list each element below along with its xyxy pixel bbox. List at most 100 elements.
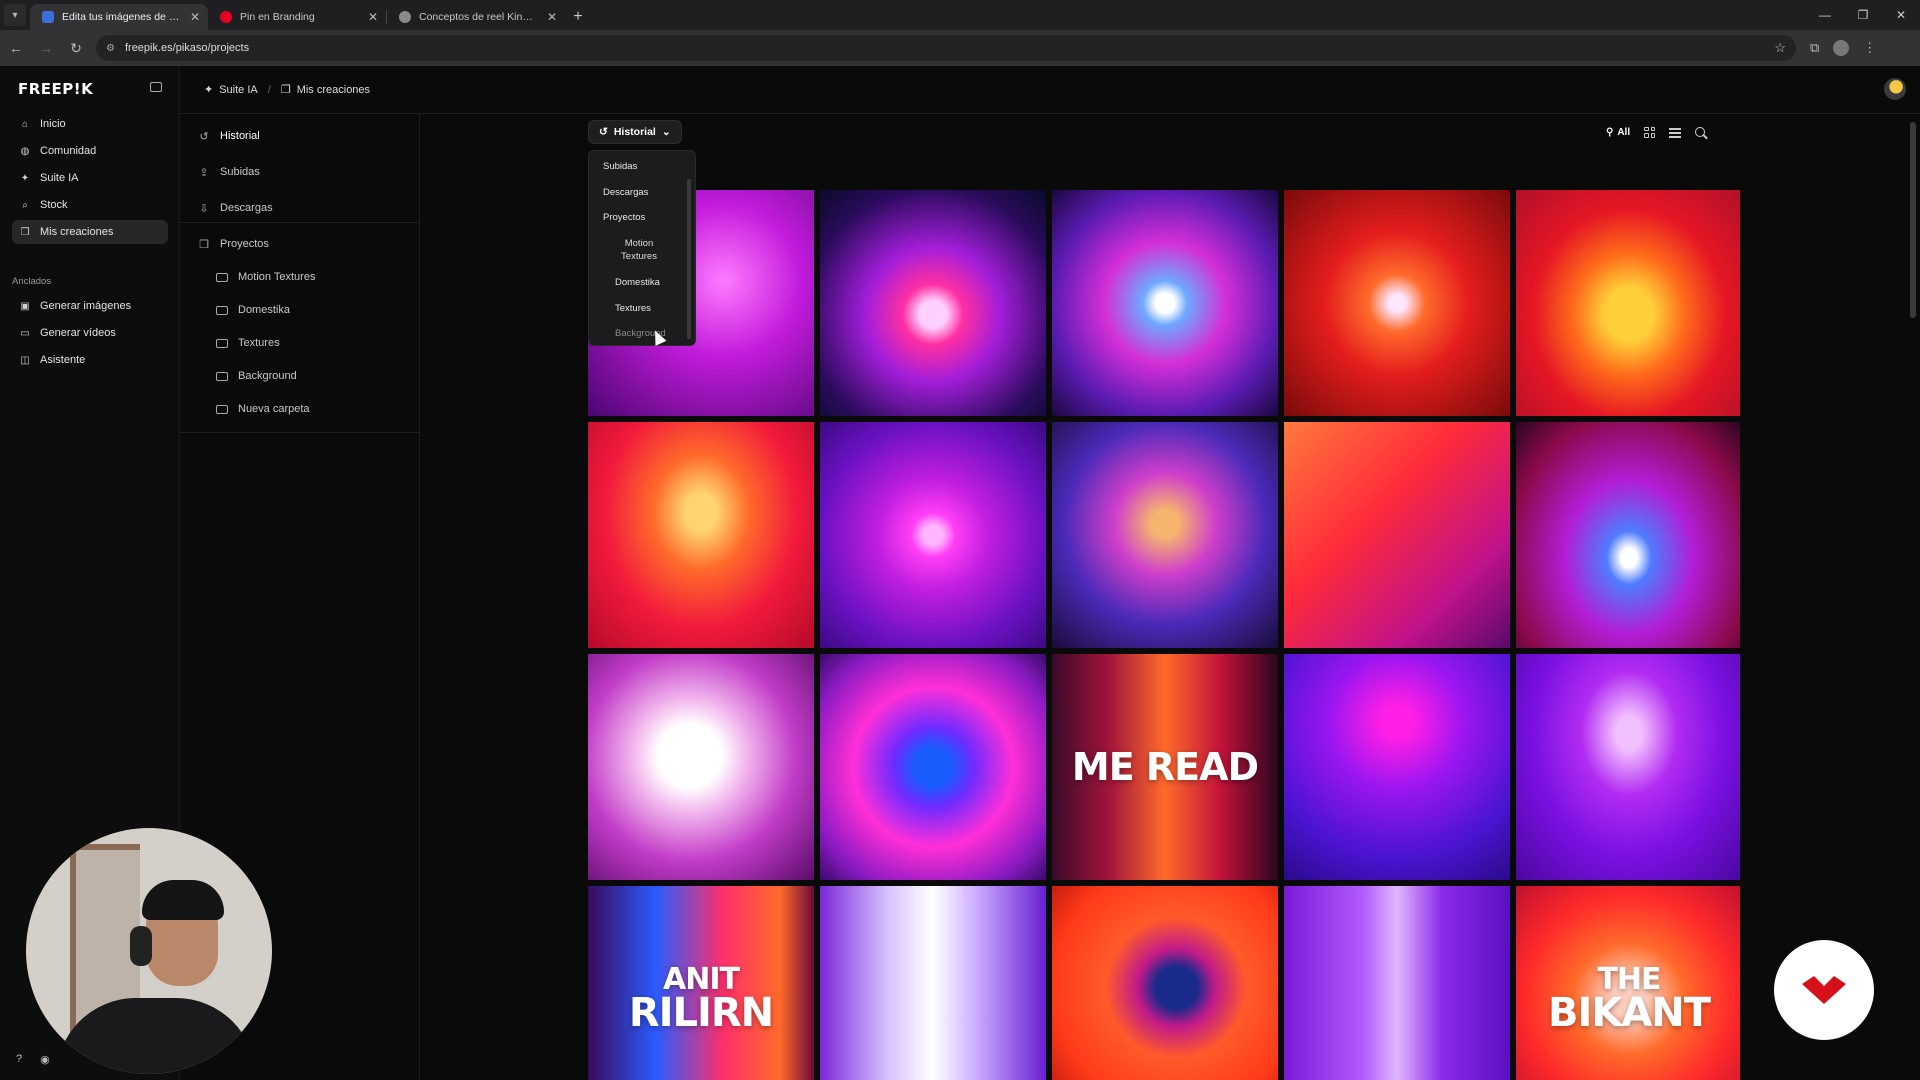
panel-item-proyectos[interactable]: ❐ Proyectos: [192, 232, 408, 256]
gallery-image[interactable]: [1516, 654, 1740, 880]
extensions-icon[interactable]: ⧉: [1810, 40, 1819, 56]
freepik-logo[interactable]: FREEP!K: [18, 80, 93, 98]
gallery-image[interactable]: [588, 422, 814, 648]
panel-item-historial[interactable]: ↺ Historial: [192, 124, 408, 148]
gallery-image[interactable]: [1284, 190, 1510, 416]
image-icon: ▣: [20, 300, 30, 312]
gallery-image[interactable]: [1284, 654, 1510, 880]
gallery-image[interactable]: [1284, 886, 1510, 1080]
sidebar-item-stock[interactable]: ⌕ Stock: [12, 193, 168, 217]
gallery-image[interactable]: [820, 190, 1046, 416]
panel-item-subidas[interactable]: ⇪ Subidas: [192, 160, 408, 184]
sparkle-icon: ✦: [20, 172, 30, 184]
gallery-image[interactable]: [1516, 422, 1740, 648]
folder-icon: [216, 272, 228, 282]
sidebar-item-generar-videos[interactable]: ▭ Generar vídeos: [12, 321, 168, 345]
browser-tab-2[interactable]: Pin en Branding ✕: [208, 4, 386, 30]
new-tab-button[interactable]: +: [565, 4, 591, 30]
breadcrumb-separator: /: [267, 83, 271, 96]
gallery-image[interactable]: ANIT RILIRN: [588, 886, 814, 1080]
sidebar-item-inicio[interactable]: ⌂ Inicio: [12, 112, 168, 136]
folder-label: Nueva carpeta: [238, 403, 310, 415]
close-tab-icon[interactable]: ✕: [190, 10, 200, 24]
gallery-image[interactable]: [588, 654, 814, 880]
close-tab-icon[interactable]: ✕: [547, 10, 557, 24]
gallery-image[interactable]: [1052, 422, 1278, 648]
user-avatar[interactable]: [1884, 78, 1906, 100]
help-icon[interactable]: ?: [16, 1053, 22, 1066]
browser-menu-icon[interactable]: ⋮: [1863, 40, 1876, 56]
gallery-toolbar: ⚲ All: [1606, 120, 1706, 144]
folder-textures[interactable]: Textures: [216, 332, 406, 354]
profile-avatar[interactable]: [1833, 40, 1850, 56]
dropdown-scrollbar[interactable]: [687, 179, 691, 339]
gallery-image[interactable]: [820, 654, 1046, 880]
sidebar-item-suite-ia[interactable]: ✦ Suite IA: [12, 166, 168, 190]
back-icon[interactable]: ←: [2, 34, 30, 62]
url-field[interactable]: ⚙ freepik.es/pikaso/projects ☆: [96, 35, 1796, 61]
filter-icon: ⚲: [1606, 126, 1614, 138]
sidebar-item-generar-imagenes[interactable]: ▣ Generar imágenes: [12, 294, 168, 318]
history-icon: ↺: [199, 130, 209, 143]
gallery-image[interactable]: ME READ: [1052, 654, 1278, 880]
webcam-person-hair: [142, 880, 224, 920]
folder-domestika[interactable]: Domestika: [216, 299, 406, 321]
gallery-image[interactable]: THE BIKANT: [1516, 886, 1740, 1080]
dropdown-item-proyectos[interactable]: Proyectos: [603, 212, 645, 223]
url-text: freepik.es/pikaso/projects: [124, 42, 250, 54]
panel-item-label: Historial: [220, 130, 260, 142]
sidebar-item-asistente[interactable]: ◫ Asistente: [12, 348, 168, 372]
filter-all-button[interactable]: ⚲ All: [1606, 127, 1630, 138]
site-info-icon[interactable]: ⚙: [106, 43, 115, 54]
bookmark-star-icon[interactable]: ☆: [1774, 40, 1786, 56]
folder-motion-textures[interactable]: Motion Textures: [216, 266, 406, 288]
gallery-image[interactable]: [820, 422, 1046, 648]
browser-tab-3[interactable]: Conceptos de reel Kinetic ✕: [387, 4, 565, 30]
grid-view-icon[interactable]: [1644, 126, 1656, 138]
breadcrumb-root[interactable]: ✦ Suite IA: [204, 83, 258, 97]
dropdown-item-textures[interactable]: Textures: [615, 303, 651, 314]
restore-icon[interactable]: ❐: [1844, 0, 1882, 30]
dropdown-item-subidas[interactable]: Subidas: [603, 161, 637, 172]
reload-icon[interactable]: ↻: [62, 34, 90, 62]
page-scrollbar[interactable]: [1910, 122, 1916, 318]
gallery-image[interactable]: [1052, 190, 1278, 416]
discord-icon[interactable]: ◉: [40, 1053, 50, 1066]
pinned-heading: Anclados: [12, 276, 52, 287]
tab-search-icon[interactable]: ▾: [4, 4, 26, 26]
collapse-sidebar-icon[interactable]: [150, 82, 162, 92]
sidebar-item-label: Comunidad: [40, 145, 97, 157]
folder-label: Background: [238, 370, 297, 382]
gallery-image[interactable]: [820, 886, 1046, 1080]
minimize-icon[interactable]: —: [1806, 0, 1844, 30]
close-tab-icon[interactable]: ✕: [368, 10, 378, 24]
gallery-image[interactable]: [1284, 422, 1510, 648]
history-dropdown-label: Historial: [613, 126, 656, 138]
dropdown-item-domestika[interactable]: Domestika: [615, 277, 660, 288]
history-dropdown-button[interactable]: ↺ Historial ⌄: [588, 120, 682, 144]
dropdown-item-descargas[interactable]: Descargas: [603, 187, 648, 198]
gallery-image[interactable]: [1052, 886, 1278, 1080]
gallery-image[interactable]: [1516, 190, 1740, 416]
sidebar-item-label: Inicio: [40, 118, 66, 130]
settings-sliders-icon[interactable]: [1669, 127, 1682, 138]
close-window-icon[interactable]: ✕: [1882, 0, 1920, 30]
tab-favicon: [399, 11, 411, 23]
forward-icon[interactable]: →: [32, 34, 60, 62]
sidebar-item-comunidad[interactable]: ◍ Comunidad: [12, 139, 168, 163]
sidebar-item-mis-creaciones[interactable]: ❐ Mis creaciones: [12, 220, 168, 244]
browser-tab-1[interactable]: Edita tus imágenes de manera g ✕: [30, 4, 208, 30]
sidebar-nav: ⌂ Inicio ◍ Comunidad ✦ Suite IA ⌕ Stock …: [12, 112, 168, 247]
image-text-overlay: ME READ: [1071, 744, 1259, 789]
search-icon[interactable]: [1695, 127, 1706, 137]
tab-title: Edita tus imágenes de manera g: [62, 11, 180, 23]
folder-label: Textures: [238, 337, 280, 349]
new-folder-button[interactable]: Nueva carpeta: [216, 398, 406, 420]
folder-background[interactable]: Background: [216, 365, 406, 387]
home-icon: ⌂: [21, 118, 29, 130]
dropdown-item-motion-textures[interactable]: Motion Textures: [613, 237, 665, 263]
window-controls: — ❐ ✕: [1806, 0, 1920, 30]
browser-actions: ⧉ ⋮: [1810, 40, 1876, 56]
panel-item-descargas[interactable]: ⇩ Descargas: [192, 196, 408, 220]
folder-icon: [216, 338, 228, 348]
